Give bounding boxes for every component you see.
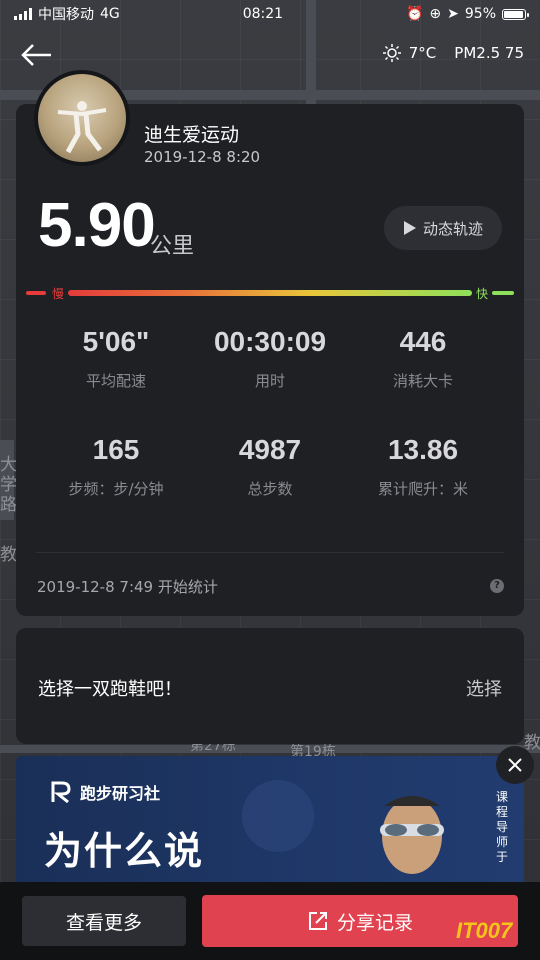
stat-label: 步频：步/分钟: [68, 480, 164, 498]
track-replay-button[interactable]: 动态轨迹: [384, 206, 502, 250]
stat-label: 累计爬升：米: [377, 480, 468, 498]
track-replay-label: 动态轨迹: [422, 219, 483, 238]
distance-value: 5.90: [38, 191, 156, 260]
user-name: 迪生爱运动: [144, 124, 240, 146]
signal-icon: [14, 8, 32, 20]
battery-label: 95%: [464, 6, 496, 22]
map-road: [0, 745, 540, 753]
stat-label: 总步数: [247, 480, 293, 498]
workout-date: 2019-12-8 8:20: [144, 148, 261, 166]
watermark-logo: IT007: [456, 918, 513, 943]
stat-elevation: 13.86 累计爬升：米: [338, 434, 508, 499]
back-button[interactable]: [20, 42, 54, 68]
speed-slow-label: 慢: [52, 287, 65, 301]
share-record-label: 分享记录: [336, 911, 413, 934]
weather-temp: 7°C: [408, 44, 437, 62]
stat-value: 5'06": [82, 326, 150, 357]
distance-unit: 公里: [150, 234, 195, 259]
stat-value: 4987: [238, 434, 302, 465]
speed-legend: 慢 快: [26, 285, 514, 301]
location-icon: ➤: [447, 6, 459, 22]
stat-value: 446: [399, 326, 447, 357]
weather-info: 7°C PM2.5 75: [382, 44, 524, 62]
battery-icon: [502, 8, 529, 20]
rotation-lock-icon: ⊕: [429, 6, 442, 22]
stat-steps: 4987 总步数: [185, 434, 355, 499]
workout-card: 迪生爱运动 2019-12-8 8:20 5.90 公里 动态轨迹 慢 快 5'…: [16, 104, 524, 616]
shoe-card[interactable]: 选择一双跑鞋吧！ 选择: [16, 628, 524, 744]
stat-duration: 00:30:09 用时: [185, 326, 355, 391]
stat-cadence: 165 步频：步/分钟: [31, 434, 201, 499]
ad-headline: 为什么说: [44, 829, 205, 873]
avatar[interactable]: [34, 70, 130, 166]
network-label: 4G: [100, 6, 120, 22]
map-label: 路: [0, 495, 17, 515]
speed-fast-label: 快: [476, 287, 489, 301]
arrow-left-icon: [21, 44, 51, 66]
ad-logo: 跑步研习社: [50, 780, 160, 804]
stat-value: 165: [92, 434, 140, 465]
nav-row: 7°C PM2.5 75: [0, 38, 540, 72]
play-icon: [403, 221, 416, 235]
stat-calories: 446 消耗大卡: [338, 326, 508, 391]
ad-decoration: [242, 780, 314, 852]
status-right: ⏰ ⊕ ➤ 95%: [405, 6, 529, 22]
start-time-note: 2019-12-8 7:49 开始统计: [37, 578, 218, 596]
ad-instructor-caption: 课程导师 于: [495, 790, 508, 864]
stat-avg-pace: 5'06" 平均配速: [31, 326, 201, 391]
alarm-icon: ⏰: [405, 6, 424, 22]
speed-slow-bar: [26, 291, 46, 295]
help-icon[interactable]: ?: [490, 579, 504, 593]
ad-brand: 跑步研习社: [80, 784, 161, 803]
person-figure-icon: [57, 101, 107, 154]
shoe-select-button[interactable]: 选择: [466, 675, 502, 701]
stat-value: 00:30:09: [213, 326, 327, 357]
speed-fast-bar: [492, 291, 514, 295]
stat-label: 消耗大卡: [392, 372, 453, 390]
shoe-prompt: 选择一双跑鞋吧！: [38, 679, 182, 700]
close-ad-button[interactable]: [496, 746, 534, 784]
map-label: 教: [0, 545, 17, 565]
brand-logo-icon: [51, 781, 71, 804]
air-quality: PM2.5 75: [454, 44, 524, 62]
stat-label: 用时: [254, 372, 285, 390]
ad-instructor-photo: [362, 776, 462, 882]
stat-label: 平均配速: [85, 372, 146, 390]
close-icon: [508, 758, 522, 772]
divider: [36, 552, 504, 553]
speed-gradient-bar: [68, 290, 472, 296]
ad-banner[interactable]: 跑步研习社 为什么说 课程导师 于: [16, 756, 524, 882]
carrier-label: 中国移动: [38, 7, 94, 23]
view-more-button[interactable]: 查看更多: [22, 896, 186, 946]
status-left: 中国移动 4G: [14, 4, 120, 24]
status-time: 08:21: [242, 6, 284, 22]
share-icon: [308, 912, 327, 930]
status-bar: 中国移动 4G 08:21 ⏰ ⊕ ➤ 95%: [0, 0, 540, 28]
sun-icon: [382, 44, 401, 62]
avatar-photo: [38, 74, 126, 162]
stat-value: 13.86: [387, 434, 459, 465]
